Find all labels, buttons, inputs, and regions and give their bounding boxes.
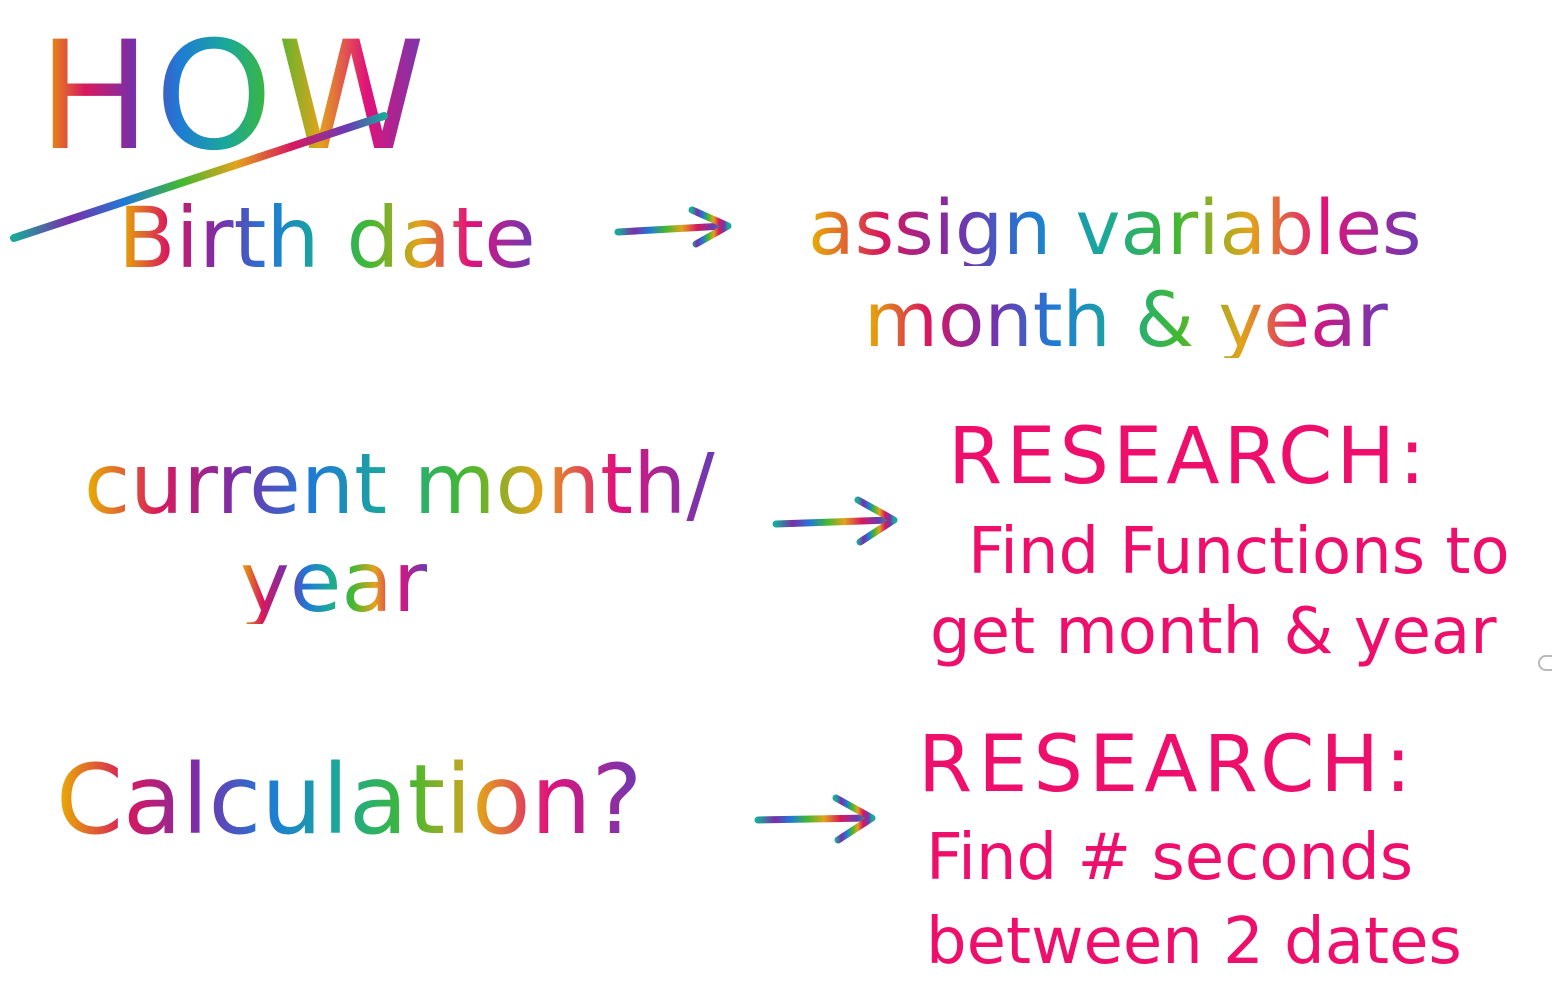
row1-left-text: Birth date (118, 189, 536, 287)
edge-handle[interactable] (1538, 655, 1552, 671)
row3-arrow (754, 794, 876, 844)
row2-left-line2: year (240, 533, 428, 631)
row2-research-line2: Find Functions to (968, 515, 1510, 589)
row1-right-line1: assign variables (808, 183, 1422, 272)
row3-research-label: RESEARCH: (918, 720, 1418, 810)
row2-research-line3: get month & year (930, 595, 1497, 669)
row2-arrow (772, 496, 898, 546)
row3-research-line3: between 2 dates (926, 905, 1462, 979)
row1-arrow (614, 206, 732, 248)
row2-research-label: RESEARCH: (948, 412, 1430, 502)
row2-left-line1: current month/ (84, 435, 715, 533)
whiteboard-canvas: HOW Birth date assign variables month & … (0, 0, 1552, 1002)
row1-right-line2: month & year (864, 275, 1388, 364)
row3-left-text: Calculation? (56, 744, 643, 856)
row3-research-line2: Find # seconds (926, 821, 1414, 895)
